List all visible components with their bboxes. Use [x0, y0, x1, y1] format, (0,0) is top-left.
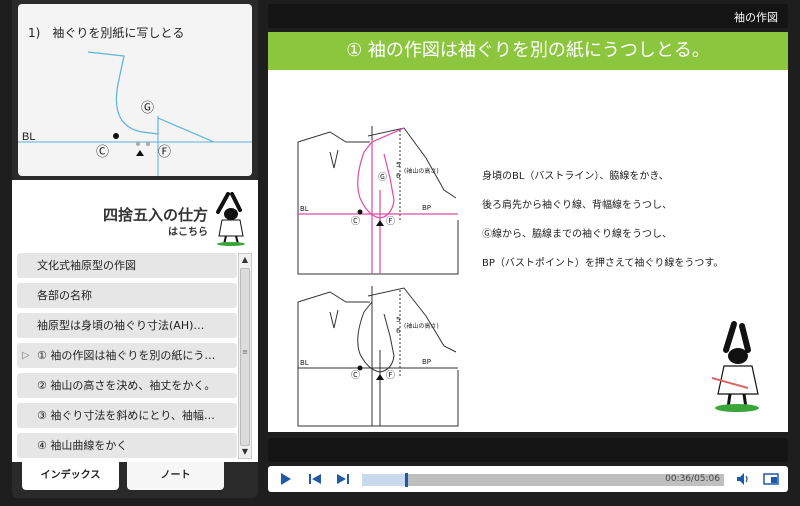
index-item-label: ③ 袖ぐり寸法を斜めにとり、袖幅…: [37, 409, 215, 422]
index-item[interactable]: ④ 袖山曲線をかく: [17, 433, 237, 458]
diagram-bp-label: BP: [422, 204, 431, 212]
thumbnail-diagram: BL Ⓒ Ⓖ Ⓕ: [18, 51, 252, 176]
scroll-up-icon[interactable]: ▲: [239, 254, 251, 266]
play-marker-icon: ▷: [22, 350, 30, 361]
panel-tabbar: インデックス ノート: [12, 462, 258, 498]
next-icon[interactable]: [334, 470, 352, 488]
tab-note[interactable]: ノート: [127, 462, 224, 490]
instruction-line: 身頃のBL（バストライン）、脇線をかき、: [482, 171, 669, 182]
rabbit-mascot-icon: [216, 192, 245, 246]
play-icon[interactable]: [276, 470, 294, 488]
scroll-down-icon[interactable]: ▼: [239, 446, 251, 458]
diagram-lower-bp-label: BP: [422, 358, 431, 366]
index-item[interactable]: ③ 袖ぐり寸法を斜めにとり、袖幅…: [17, 403, 237, 428]
pattern-upper: [297, 126, 459, 275]
promo-banner[interactable]: 四捨五入の仕方 はこちら: [12, 180, 258, 250]
volume-icon[interactable]: [734, 470, 752, 488]
scrollbar-thumb[interactable]: ≡: [240, 268, 250, 446]
time-display: 00:36/05:06: [665, 474, 720, 484]
rabbit-teacher-icon: [711, 321, 759, 412]
progress-fill: [362, 474, 406, 486]
thumbnail-mark-f: Ⓕ: [158, 145, 171, 160]
index-item[interactable]: 文化式袖原型の作図: [17, 253, 237, 278]
progress-handle[interactable]: [405, 473, 409, 487]
diagram-lower-mark-c: Ⓒ: [351, 370, 360, 381]
instruction-line: Ⓖ線から、脇線までの袖ぐり線をうつし、: [482, 229, 672, 240]
sleeve-diagram: BL BP 5 6 (袖山の高さ) Ⓒ Ⓖ Ⓕ BL BP 5 6 (袖山の高さ…: [297, 126, 459, 427]
index-item-active[interactable]: ▷ ① 袖の作図は袖ぐりを別の紙にう…: [17, 343, 237, 368]
thumbnail-mark-g: Ⓖ: [141, 101, 154, 116]
diagram-mark-g: Ⓖ: [378, 172, 387, 183]
index-panel: 四捨五入の仕方 はこちら 文化式袖原型の作図 各部の名称 袖原型は身頃の袖ぐり寸…: [12, 180, 258, 462]
title-bar: 袖の作図: [268, 4, 788, 28]
index-item-label: ② 袖山の高さを決め、袖丈をかく。: [37, 379, 216, 392]
diagram-mark-c: Ⓒ: [351, 216, 360, 227]
index-item-label: ① 袖の作図は袖ぐりを別の紙にう…: [37, 349, 216, 362]
thumbnail-mark-c: Ⓒ: [96, 145, 109, 160]
instruction-line: 後ろ肩先から袖ぐり線、背幅線をうつし、: [482, 200, 672, 211]
tab-index[interactable]: インデックス: [22, 462, 119, 490]
index-item[interactable]: ② 袖山の高さを決め、袖丈をかく。: [17, 373, 237, 398]
caption-bar: [268, 438, 788, 462]
diagram-height-label: (袖山の高さ): [404, 167, 439, 175]
diagram-lower-fraction-num: 5: [396, 316, 400, 324]
thumbnail-bl-label: BL: [22, 131, 35, 143]
layout-toggle-icon[interactable]: [762, 470, 780, 488]
index-item-label: 各部の名称: [37, 289, 92, 302]
index-item-label: 文化式袖原型の作図: [37, 259, 136, 272]
player-controls: 00:36/05:06: [268, 466, 788, 492]
slide-thumbnail[interactable]: 1) 袖ぐりを別紙に写しとる BL Ⓒ Ⓖ Ⓕ: [18, 4, 252, 176]
index-item-label: ④ 袖山曲線をかく: [37, 439, 128, 452]
previous-icon[interactable]: [306, 470, 324, 488]
diagram-bl-label: BL: [300, 205, 309, 213]
pattern-upper-pink: [298, 127, 458, 274]
diagram-lower-bl-label: BL: [300, 359, 309, 367]
diagram-fraction-num: 5: [396, 161, 400, 169]
slide: ① 袖の作図は袖ぐりを別の紙にうつしとる。 BL BP 5 6 (袖山の高さ) …: [268, 32, 788, 432]
pattern-lower: [297, 286, 459, 427]
promo-subtitle[interactable]: はこちら: [168, 223, 208, 238]
index-item[interactable]: 袖原型は身頃の袖ぐり寸法(AH)…: [17, 313, 237, 338]
index-item[interactable]: 各部の名称: [17, 283, 237, 308]
course-title: 袖の作図: [734, 11, 778, 24]
index-list: 文化式袖原型の作図 各部の名称 袖原型は身頃の袖ぐり寸法(AH)… ▷ ① 袖の作…: [17, 253, 237, 459]
slide-header: ① 袖の作図は袖ぐりを別の紙にうつしとる。: [268, 32, 788, 70]
index-scrollbar[interactable]: ▲ ≡ ▼: [238, 253, 252, 459]
diagram-lower-height-label: (袖山の高さ): [404, 322, 439, 330]
slide-instructions: 身頃のBL（バストライン）、脇線をかき、 後ろ肩先から袖ぐり線、背幅線をうつし、…: [482, 162, 782, 278]
diagram-fraction-den: 6: [396, 172, 401, 180]
diagram-lower-fraction-den: 6: [396, 327, 401, 335]
diagram-lower-mark-f: Ⓕ: [386, 370, 395, 381]
diagram-mark-f: Ⓕ: [386, 216, 395, 227]
grip-icon: ≡: [242, 348, 248, 356]
promo-title[interactable]: 四捨五入の仕方: [103, 204, 208, 225]
instruction-line: BP（バストポイント）を押さえて袖ぐり線をうつす。: [482, 258, 724, 269]
index-item-label: 袖原型は身頃の袖ぐり寸法(AH)…: [37, 319, 205, 332]
